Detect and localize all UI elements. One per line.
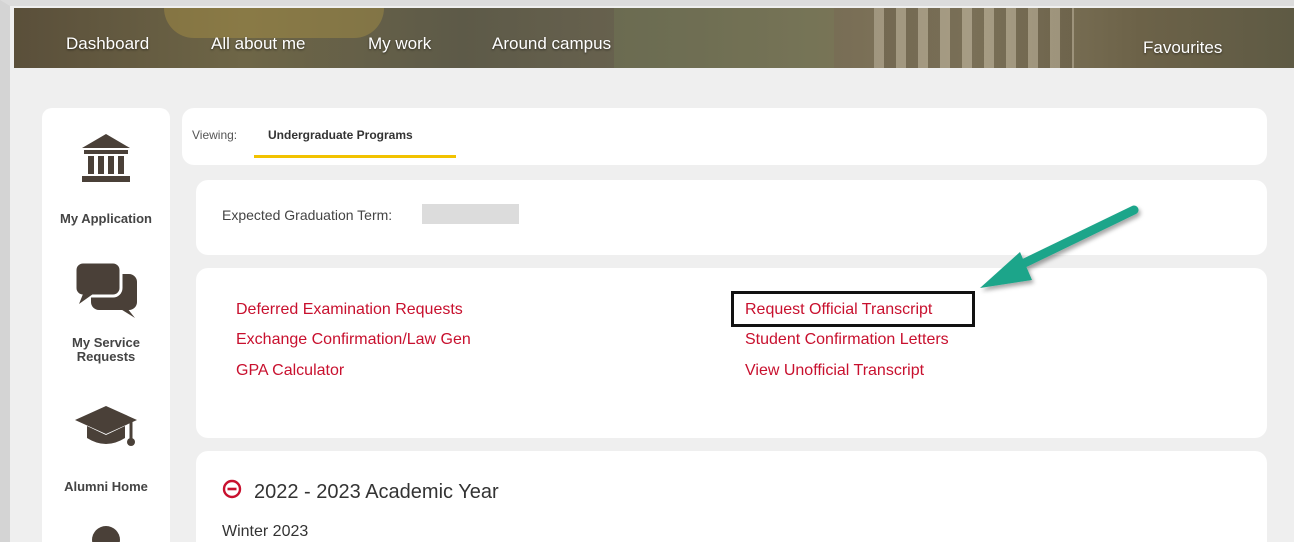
link-gpa-calculator[interactable]: GPA Calculator <box>236 362 344 380</box>
viewing-label: Viewing: <box>192 128 238 142</box>
banner-decoration <box>614 8 834 68</box>
sidebar-item-label: My Service Requests <box>72 335 140 364</box>
sidebar-item-label: Alumni Home <box>64 479 148 494</box>
link-student-confirmation-letters[interactable]: Student Confirmation Letters <box>745 331 949 349</box>
link-exchange-confirmation[interactable]: Exchange Confirmation/Law Gen <box>236 331 471 349</box>
sidebar-item-my-application[interactable]: My Application <box>42 130 170 226</box>
annotation-arrow-icon <box>980 205 1139 288</box>
sidebar: My Application My Service Requests Alumn… <box>42 108 170 542</box>
nav-all-about-me[interactable]: All about me <box>211 34 306 54</box>
sidebar-item-label: My Application <box>60 211 152 226</box>
highlight-box <box>731 291 975 327</box>
nav-favourites[interactable]: Favourites <box>1143 38 1222 58</box>
expected-graduation-label: Expected Graduation Term: <box>222 207 393 223</box>
redacted-value <box>422 204 519 224</box>
top-navigation-bar: Dashboard All about me My work Around ca… <box>14 8 1294 68</box>
tab-undergraduate-programs[interactable]: Undergraduate Programs <box>254 128 456 158</box>
sidebar-item-profile[interactable] <box>42 524 170 542</box>
sidebar-item-my-service-requests[interactable]: My Service Requests <box>42 258 170 364</box>
person-icon <box>92 526 120 542</box>
nav-around-campus[interactable]: Around campus <box>492 34 611 54</box>
nav-dashboard[interactable]: Dashboard <box>66 34 149 54</box>
academic-year-card: 2022 - 2023 Academic Year Winter 2023 <box>196 451 1267 542</box>
collapse-minus-icon[interactable] <box>222 479 242 499</box>
academic-year-title: 2022 - 2023 Academic Year <box>254 481 499 503</box>
nav-my-work[interactable]: My work <box>368 34 431 54</box>
link-deferred-examination-requests[interactable]: Deferred Examination Requests <box>236 301 463 319</box>
viewing-card: Viewing: Undergraduate Programs <box>182 108 1267 165</box>
bank-icon <box>82 134 130 182</box>
graduation-cap-icon <box>75 406 137 446</box>
link-view-unofficial-transcript[interactable]: View Unofficial Transcript <box>745 362 924 380</box>
chat-bubbles-icon <box>73 260 137 318</box>
banner-decoration <box>874 8 1074 68</box>
sidebar-item-alumni-home[interactable]: Alumni Home <box>42 404 170 494</box>
term-label: Winter 2023 <box>222 523 309 540</box>
